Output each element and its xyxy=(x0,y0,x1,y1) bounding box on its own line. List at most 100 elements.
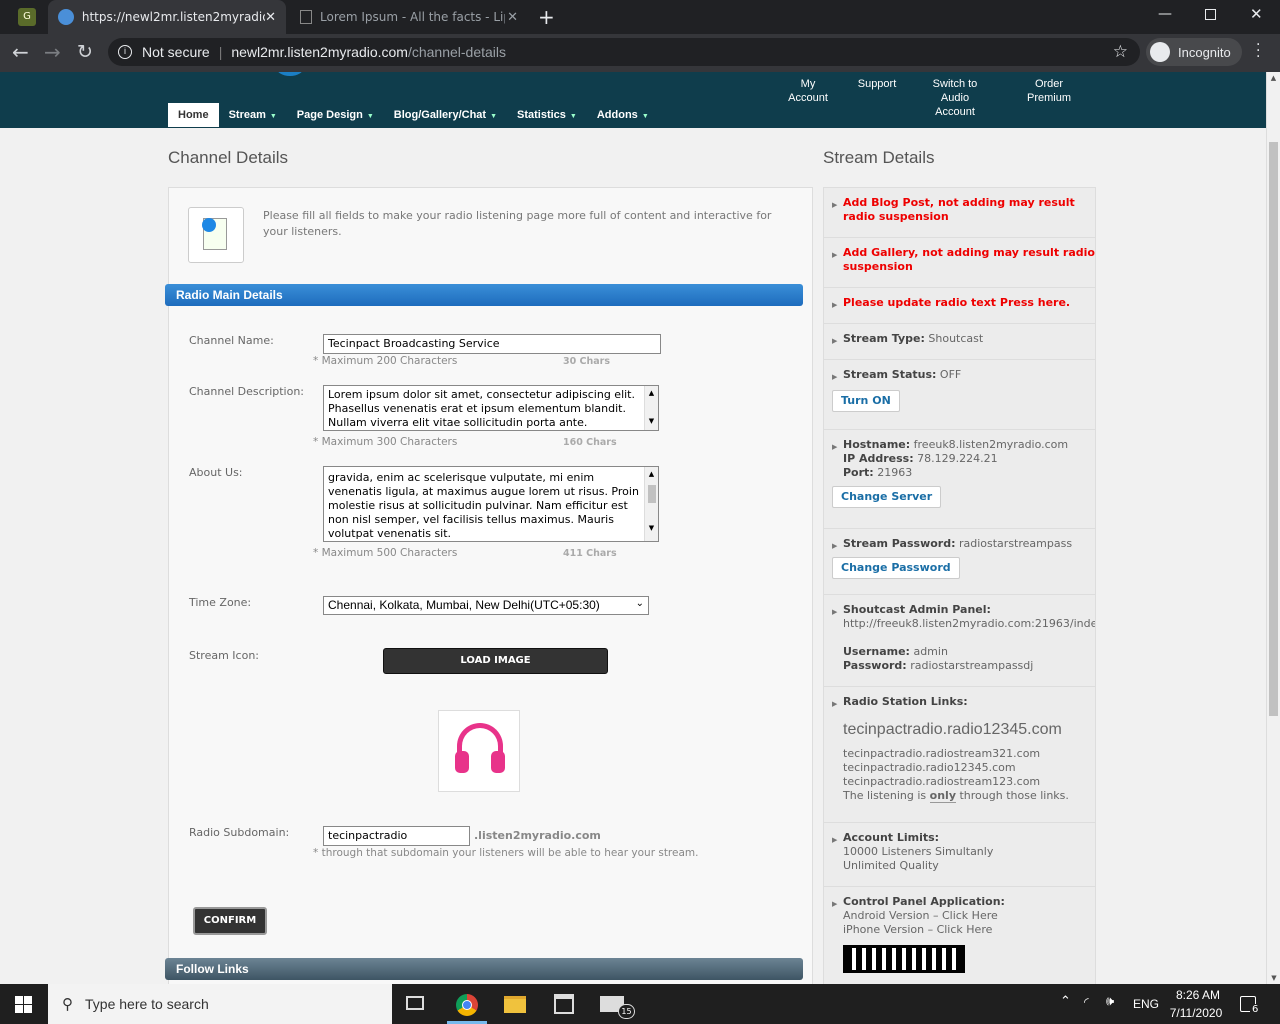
scroll-down-icon[interactable]: ▼ xyxy=(1267,974,1280,982)
scroll-up-icon[interactable]: ▲ xyxy=(1267,74,1280,82)
gallery-warning[interactable]: ▶ Add Gallery, not adding may result rad… xyxy=(824,238,1095,288)
menu-home[interactable]: Home xyxy=(168,103,219,127)
confirm-button[interactable]: CONFIRM xyxy=(193,907,267,935)
main-station-link[interactable]: tecinpactradio.radio12345.com xyxy=(843,722,1095,738)
top-link-my-account[interactable]: My Account xyxy=(783,77,833,105)
file-explorer-icon[interactable] xyxy=(504,996,526,1013)
menu-page-design[interactable]: Page Design ▼ xyxy=(287,103,384,127)
language-indicator[interactable]: ENG xyxy=(1133,997,1159,1011)
stream-details-title: Stream Details xyxy=(823,148,935,167)
about-label: About Us: xyxy=(189,466,243,479)
divider: | xyxy=(218,44,223,60)
description-textarea[interactable]: Lorem ipsum dolor sit amet, consectetur … xyxy=(323,385,659,431)
textarea-scrollbar[interactable]: ▲ ▼ xyxy=(644,386,658,430)
menu-addons[interactable]: Addons ▼ xyxy=(587,103,659,127)
top-link-support[interactable]: Support xyxy=(848,77,906,91)
iphone-link[interactable]: iPhone Version – Click Here xyxy=(843,923,992,936)
page-scrollbar[interactable]: ▲ ▼ xyxy=(1266,72,1280,984)
password-value: radiostarstreampass xyxy=(958,537,1073,550)
url-path: /channel-details xyxy=(407,44,507,60)
app-icon: G xyxy=(18,8,36,26)
forward-icon[interactable]: → xyxy=(44,40,61,64)
admin-url-link[interactable]: http://freeuk8.listen2myradio.com:21963/… xyxy=(843,617,1095,630)
menu-label: Addons xyxy=(596,109,638,121)
change-password-button[interactable]: Change Password xyxy=(832,557,960,579)
restore-icon[interactable] xyxy=(1205,9,1216,20)
admin-panel-row: ▶ Shoutcast Admin Panel: http://freeuk8.… xyxy=(824,595,1095,687)
tab-active[interactable]: https://newl2mr.listen2myradio.c ✕ xyxy=(48,0,286,34)
android-link[interactable]: Android Version – Click Here xyxy=(843,909,998,922)
ip-label: IP Address: xyxy=(843,452,914,465)
scroll-thumb[interactable] xyxy=(1269,142,1278,716)
stream-icon-label: Stream Icon: xyxy=(189,649,259,662)
mail-badge: 15 xyxy=(618,1004,635,1019)
admin-password-value: radiostarstreampassdj xyxy=(910,659,1034,672)
clock-time[interactable]: 8:26 AM xyxy=(1172,988,1224,1002)
close-icon[interactable]: ✕ xyxy=(265,10,276,25)
menu-blog[interactable]: Blog/Gallery/Chat ▼ xyxy=(384,103,507,127)
logo-fragment xyxy=(276,72,304,76)
stream-type-value: Shoutcast xyxy=(928,332,984,345)
tab-inactive[interactable]: Lorem Ipsum - All the facts - Lips ✕ xyxy=(290,0,528,34)
new-tab-icon[interactable]: + xyxy=(538,5,555,29)
subdomain-input[interactable]: tecinpactradio xyxy=(323,826,470,846)
close-window-icon[interactable]: ✕ xyxy=(1250,5,1263,23)
volume-icon[interactable]: 🕪 xyxy=(1106,994,1114,1009)
minimize-icon[interactable]: — xyxy=(1158,6,1172,22)
stream-details-panel: ▶ Add Blog Post, not adding may result r… xyxy=(823,187,1096,987)
network-icon[interactable]: ◜ xyxy=(1084,995,1089,1009)
caret-right-icon: ▶ xyxy=(832,301,838,309)
update-warning[interactable]: ▶ Please update radio text Press here. xyxy=(824,288,1095,324)
turn-on-button[interactable]: Turn ON xyxy=(832,390,900,412)
station-link-1[interactable]: tecinpactradio.radiostream321.com xyxy=(843,747,1040,760)
load-image-label: LOAD IMAGE xyxy=(460,655,531,666)
star-icon[interactable]: ☆ xyxy=(1113,42,1128,62)
top-link-order-premium[interactable]: Order Premium xyxy=(1019,77,1079,105)
menu-label: Page Design xyxy=(296,109,363,121)
stream-status-value: OFF xyxy=(939,368,962,381)
clock-date[interactable]: 7/11/2020 xyxy=(1166,1006,1226,1020)
menu-icon[interactable]: · · · xyxy=(1256,38,1260,64)
channel-name-input[interactable]: Tecinpact Broadcasting Service xyxy=(323,334,661,354)
description-text: Lorem ipsum dolor sit amet, consectetur … xyxy=(328,388,635,429)
menu-stream[interactable]: Stream ▼ xyxy=(219,103,287,127)
back-icon[interactable]: ← xyxy=(12,40,29,64)
stream-status-row: ▶ Stream Status: OFF Turn ON xyxy=(824,360,1095,430)
task-view-icon[interactable] xyxy=(406,996,424,1010)
station-link-3[interactable]: tecinpactradio.radiostream123.com xyxy=(843,775,1040,788)
username-value: admin xyxy=(913,645,948,658)
about-text: gravida, enim ac scelerisque vulputate, … xyxy=(328,471,639,540)
load-image-button[interactable]: LOAD IMAGE xyxy=(383,648,608,674)
timezone-select[interactable]: Chennai, Kolkata, Mumbai, New Delhi(UTC+… xyxy=(323,596,649,615)
channel-name-hint: * Maximum 200 Characters xyxy=(313,355,458,367)
tab-title: https://newl2mr.listen2myradio.c xyxy=(81,10,266,24)
section-follow-links: Follow Links xyxy=(165,958,803,980)
page-title: Channel Details xyxy=(168,148,289,167)
close-icon[interactable]: ✕ xyxy=(507,10,518,25)
app-row: ▶ Control Panel Application: Android Ver… xyxy=(824,887,1095,987)
top-link-switch-audio[interactable]: Switch to Audio Account xyxy=(925,77,985,119)
reload-icon[interactable]: ↻ xyxy=(77,41,93,63)
omnibox[interactable]: i Not secure | newl2mr.listen2myradio.co… xyxy=(108,38,1140,66)
menu-statistics[interactable]: Statistics ▼ xyxy=(507,103,587,127)
change-server-button[interactable]: Change Server xyxy=(832,486,942,508)
channel-name-count: 30 Chars xyxy=(563,356,611,367)
caret-down-icon: ▼ xyxy=(641,113,649,120)
textarea-scrollbar[interactable]: ▲ ▼ xyxy=(644,467,658,541)
limits-listeners: 10000 Listeners Simultanly xyxy=(843,845,994,858)
windows-start-icon[interactable] xyxy=(15,996,32,1013)
caret-right-icon: ▶ xyxy=(832,900,838,908)
station-link-2[interactable]: tecinpactradio.radio12345.com xyxy=(843,761,1016,774)
page-icon xyxy=(300,10,312,24)
host-row: ▶ Hostname: freeuk8.listen2myradio.com I… xyxy=(824,430,1095,529)
incognito-label: Incognito xyxy=(1178,44,1231,60)
incognito-badge[interactable]: Incognito xyxy=(1146,38,1242,66)
about-textarea[interactable]: gravida, enim ac scelerisque vulputate, … xyxy=(323,466,659,542)
taskbar-search[interactable]: ⚲ Type here to search xyxy=(48,984,392,1024)
chevron-up-icon[interactable]: ⌃ xyxy=(1060,994,1071,1009)
description-label: Channel Description: xyxy=(189,385,305,398)
chrome-icon[interactable] xyxy=(456,994,478,1016)
store-icon[interactable] xyxy=(554,994,574,1014)
blog-warning[interactable]: ▶ Add Blog Post, not adding may result r… xyxy=(824,188,1095,238)
blog-warning-text: Add Blog Post, not adding may result rad… xyxy=(843,196,1075,223)
